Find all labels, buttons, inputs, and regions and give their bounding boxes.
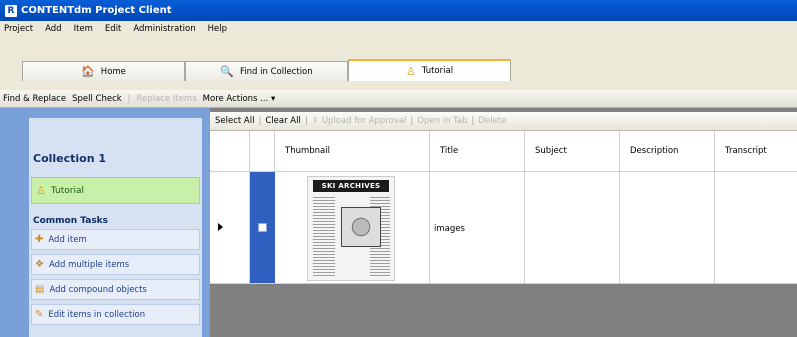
column-header-transcript[interactable]: Transcript [715, 131, 797, 171]
transcript-cell[interactable] [715, 172, 797, 283]
menu-project[interactable]: Project [4, 24, 33, 34]
tab-home[interactable]: 🏠 Home [22, 61, 185, 81]
upload-for-approval-button[interactable]: Upload for Approval [322, 116, 407, 126]
toolbar-separator: | [127, 93, 131, 104]
menu-item[interactable]: Item [74, 24, 93, 34]
title-bar: R CONTENTdm Project Client [0, 0, 797, 21]
open-in-tab-button[interactable]: Open in Tab [417, 116, 467, 126]
tab-tutorial[interactable]: ♙ Tutorial [348, 59, 511, 81]
project-item-label: Tutorial [50, 185, 84, 196]
menu-administration[interactable]: Administration [133, 24, 195, 34]
task-add-compound-objects[interactable]: ▤ Add compound objects [31, 279, 200, 300]
user-icon: ♙ [405, 64, 416, 78]
find-replace-button[interactable]: Find & Replace [3, 94, 66, 104]
search-icon: 🔍 [220, 65, 235, 78]
items-grid-area: Select All | Clear All | ⇪ Upload for Ap… [210, 108, 797, 337]
tab-home-label: Home [100, 66, 126, 77]
task-add-item[interactable]: ✚ Add item [31, 229, 200, 250]
separator: | [410, 116, 414, 126]
separator: | [258, 116, 262, 126]
menu-add[interactable]: Add [45, 24, 61, 34]
newspaper-column [313, 197, 335, 277]
column-header-thumbnail[interactable]: Thumbnail [275, 131, 430, 171]
menu-help[interactable]: Help [208, 24, 227, 34]
row-checkbox-cell[interactable] [250, 172, 275, 283]
home-icon: 🏠 [81, 65, 95, 78]
current-row-arrow-icon [218, 223, 223, 231]
replace-items-button[interactable]: Replace Items [137, 94, 197, 104]
tab-find-in-collection[interactable]: 🔍 Find in Collection [185, 61, 348, 81]
thumbnail-banner: SKI ARCHIVES [313, 180, 389, 192]
separator: | [304, 116, 308, 126]
description-cell[interactable] [620, 172, 715, 283]
add-multiple-icon: ❖ [35, 259, 44, 270]
column-header-description[interactable]: Description [620, 131, 715, 171]
tab-tutorial-label: Tutorial [421, 66, 454, 76]
row-checkbox[interactable] [258, 223, 267, 232]
row-selector[interactable] [210, 172, 250, 283]
newspaper-photo [341, 207, 381, 247]
column-header-title[interactable]: Title [430, 131, 525, 171]
main-toolbar: Find & Replace Spell Check | Replace Ite… [0, 90, 797, 108]
collection-title: Collection 1 [33, 152, 107, 165]
edit-items-icon: ✎ [35, 309, 44, 320]
menu-bar: Project Add Item Edit Administration Hel… [0, 21, 797, 37]
clear-all-button[interactable]: Clear All [265, 116, 300, 126]
separator: | [471, 116, 475, 126]
task-label: Edit items in collection [48, 309, 146, 320]
add-item-icon: ✚ [35, 234, 44, 245]
task-label: Add item [48, 234, 87, 245]
thumbnail-image[interactable]: SKI ARCHIVES [307, 176, 395, 281]
grid-header: Thumbnail Title Subject Description Tran… [210, 131, 797, 172]
collection-panel: Collection 1 ♙ Tutorial Common Tasks ✚ A… [29, 118, 202, 337]
header-checkbox[interactable] [250, 131, 275, 171]
user-icon: ♙ [36, 184, 46, 197]
header-row-selector [210, 131, 250, 171]
menu-edit[interactable]: Edit [105, 24, 121, 34]
delete-button[interactable]: Delete [478, 116, 506, 126]
sidebar: Collection 1 ♙ Tutorial Common Tasks ✚ A… [0, 108, 210, 337]
app-icon: R [5, 4, 17, 17]
task-label: Add multiple items [48, 259, 130, 270]
common-tasks-heading: Common Tasks [33, 216, 109, 226]
task-label: Add compound objects [49, 284, 147, 295]
task-add-multiple-items[interactable]: ❖ Add multiple items [31, 254, 200, 275]
grid-toolbar: Select All | Clear All | ⇪ Upload for Ap… [210, 112, 797, 131]
upload-icon: ⇪ [311, 116, 319, 126]
tab-find-label: Find in Collection [240, 66, 313, 77]
tab-strip: 🏠 Home 🔍 Find in Collection ♙ Tutorial [0, 37, 797, 90]
thumbnail-cell[interactable]: SKI ARCHIVES [275, 172, 430, 283]
column-header-subject[interactable]: Subject [525, 131, 620, 171]
spell-check-button[interactable]: Spell Check [72, 94, 122, 104]
window-title: CONTENTdm Project Client [21, 5, 172, 16]
more-actions-dropdown[interactable]: More Actions ... ▾ [203, 94, 276, 104]
select-all-button[interactable]: Select All [215, 116, 254, 126]
compound-object-icon: ▤ [35, 284, 45, 295]
title-cell[interactable]: images [430, 172, 525, 283]
task-edit-items[interactable]: ✎ Edit items in collection [31, 304, 200, 325]
project-item-tutorial[interactable]: ♙ Tutorial [31, 177, 200, 204]
subject-cell[interactable] [525, 172, 620, 283]
table-row[interactable]: SKI ARCHIVES images [210, 172, 797, 284]
